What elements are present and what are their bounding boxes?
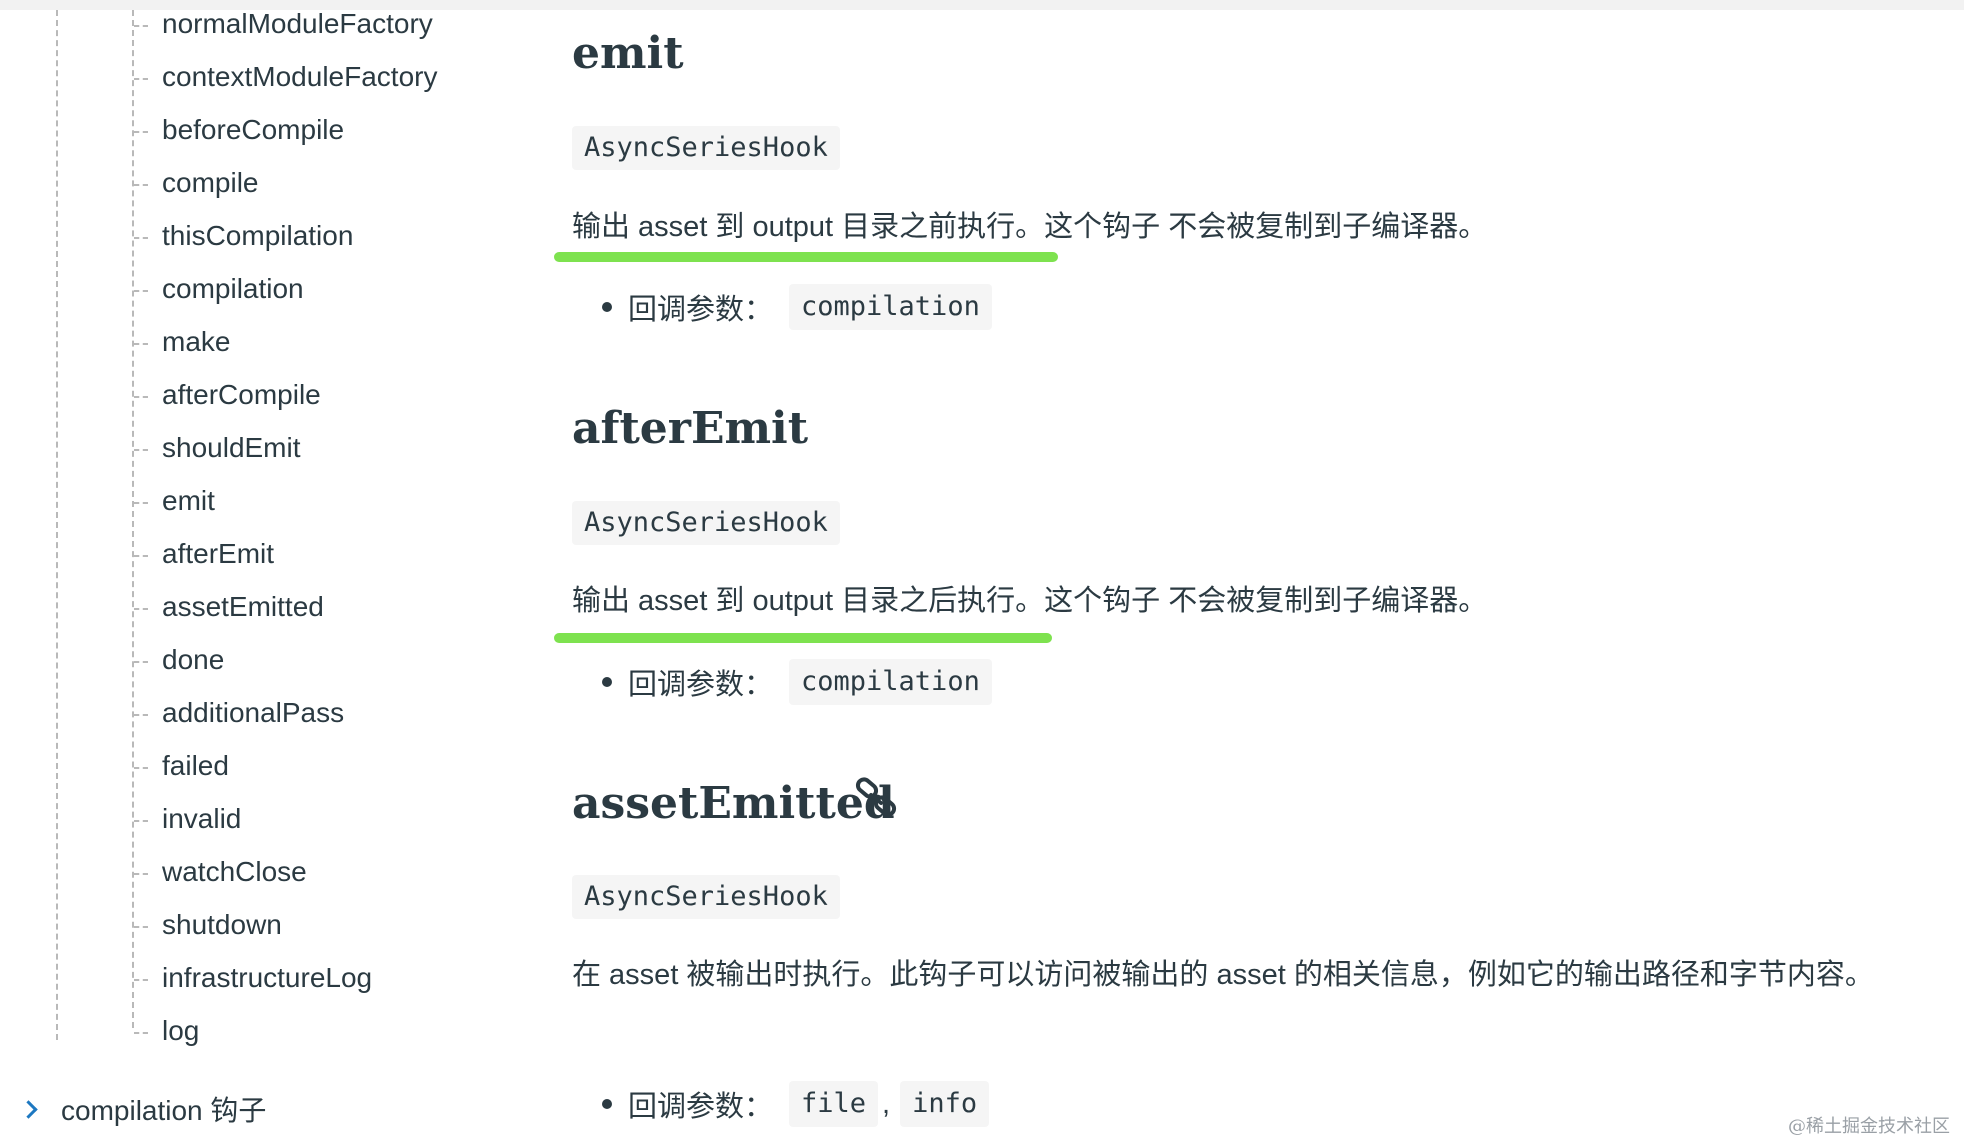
sidebar-item-done[interactable]: done: [133, 640, 224, 680]
sidebar-item-compilation[interactable]: compilation: [134, 269, 304, 309]
sidebar-item-compile[interactable]: compile: [133, 163, 258, 203]
section-description: 输出 asset 到 output 目录之前执行。这个钩子 不会被复制到子编译器…: [572, 211, 1488, 243]
sidebar-item-normalmodulefactory[interactable]: normalModuleFactory: [134, 4, 433, 44]
sidebar-item-shutdown[interactable]: shutdown: [134, 905, 282, 945]
tree-guide-inner: [132, 10, 134, 1028]
callback-params: 回调参数： compilation: [602, 282, 992, 332]
sidebar-item-beforecompile[interactable]: beforeCompile: [133, 110, 344, 150]
sidebar-item-invalid[interactable]: invalid: [133, 799, 241, 839]
hook-type-code: AsyncSeriesHook: [572, 875, 840, 919]
bullet-dot: [602, 1099, 612, 1109]
callback-params: 回调参数： file , info: [602, 1079, 990, 1129]
sidebar-item-additionalpass[interactable]: additionalPass: [133, 693, 344, 733]
watermark: @稀土掘金技术社区: [1788, 1116, 1950, 1137]
section-description: 输出 asset 到 output 目录之后执行。这个钩子 不会被复制到子编译器…: [572, 585, 1488, 617]
param-separator: ,: [882, 1087, 891, 1120]
sidebar-item-shouldemit[interactable]: shouldEmit: [134, 428, 301, 468]
sidebar-item-aftercompile[interactable]: afterCompile: [134, 375, 321, 415]
highlight-underline: [554, 252, 1058, 262]
sidebar-section-label: compilation 钩子: [61, 1095, 267, 1126]
sidebar-item-infrastructurelog[interactable]: infrastructureLog: [133, 958, 372, 998]
bullet-dot: [602, 302, 612, 312]
anchor-link-icon[interactable]: [854, 776, 900, 822]
param-code-file: file: [789, 1081, 879, 1127]
param-code: compilation: [789, 659, 992, 705]
bullet-dot: [602, 677, 612, 687]
section-title-assetemitted: assetEmitted: [572, 778, 895, 829]
callback-params: 回调参数： compilation: [602, 657, 992, 707]
sidebar-item-contextmodulefactory[interactable]: contextModuleFactory: [133, 57, 437, 97]
sidebar-toc: normalModuleFactory contextModuleFactory…: [0, 0, 540, 1146]
highlight-underline: [554, 633, 1052, 643]
sidebar-item-thiscompilation[interactable]: thisCompilation: [133, 216, 353, 256]
sidebar-item-failed[interactable]: failed: [134, 746, 229, 786]
section-title-afteremit: afterEmit: [572, 403, 809, 454]
sidebar-item-log[interactable]: log: [133, 1011, 199, 1051]
sidebar-item-make[interactable]: make: [133, 322, 230, 362]
sidebar-item-assetemitted[interactable]: assetEmitted: [134, 587, 324, 627]
param-code-info: info: [900, 1081, 990, 1127]
params-label: 回调参数：: [628, 294, 774, 326]
sidebar-section-compilation-hooks[interactable]: compilation 钩子: [18, 1088, 266, 1130]
params-label: 回调参数：: [628, 1091, 774, 1123]
sidebar-item-emit[interactable]: emit: [134, 481, 215, 521]
sidebar-item-watchclose[interactable]: watchClose: [134, 852, 307, 892]
sidebar-item-afteremit[interactable]: afterEmit: [133, 534, 274, 574]
hook-type-code: AsyncSeriesHook: [572, 126, 840, 170]
chevron-right-icon: [19, 1099, 38, 1119]
hook-type-code: AsyncSeriesHook: [572, 501, 840, 545]
param-code: compilation: [789, 284, 992, 330]
section-description: 在 asset 被输出时执行。此钩子可以访问被输出的 asset 的相关信息，例…: [572, 959, 1874, 991]
params-label: 回调参数：: [628, 669, 774, 701]
section-title-emit: emit: [572, 28, 684, 79]
tree-guide-outer: [56, 10, 58, 1040]
